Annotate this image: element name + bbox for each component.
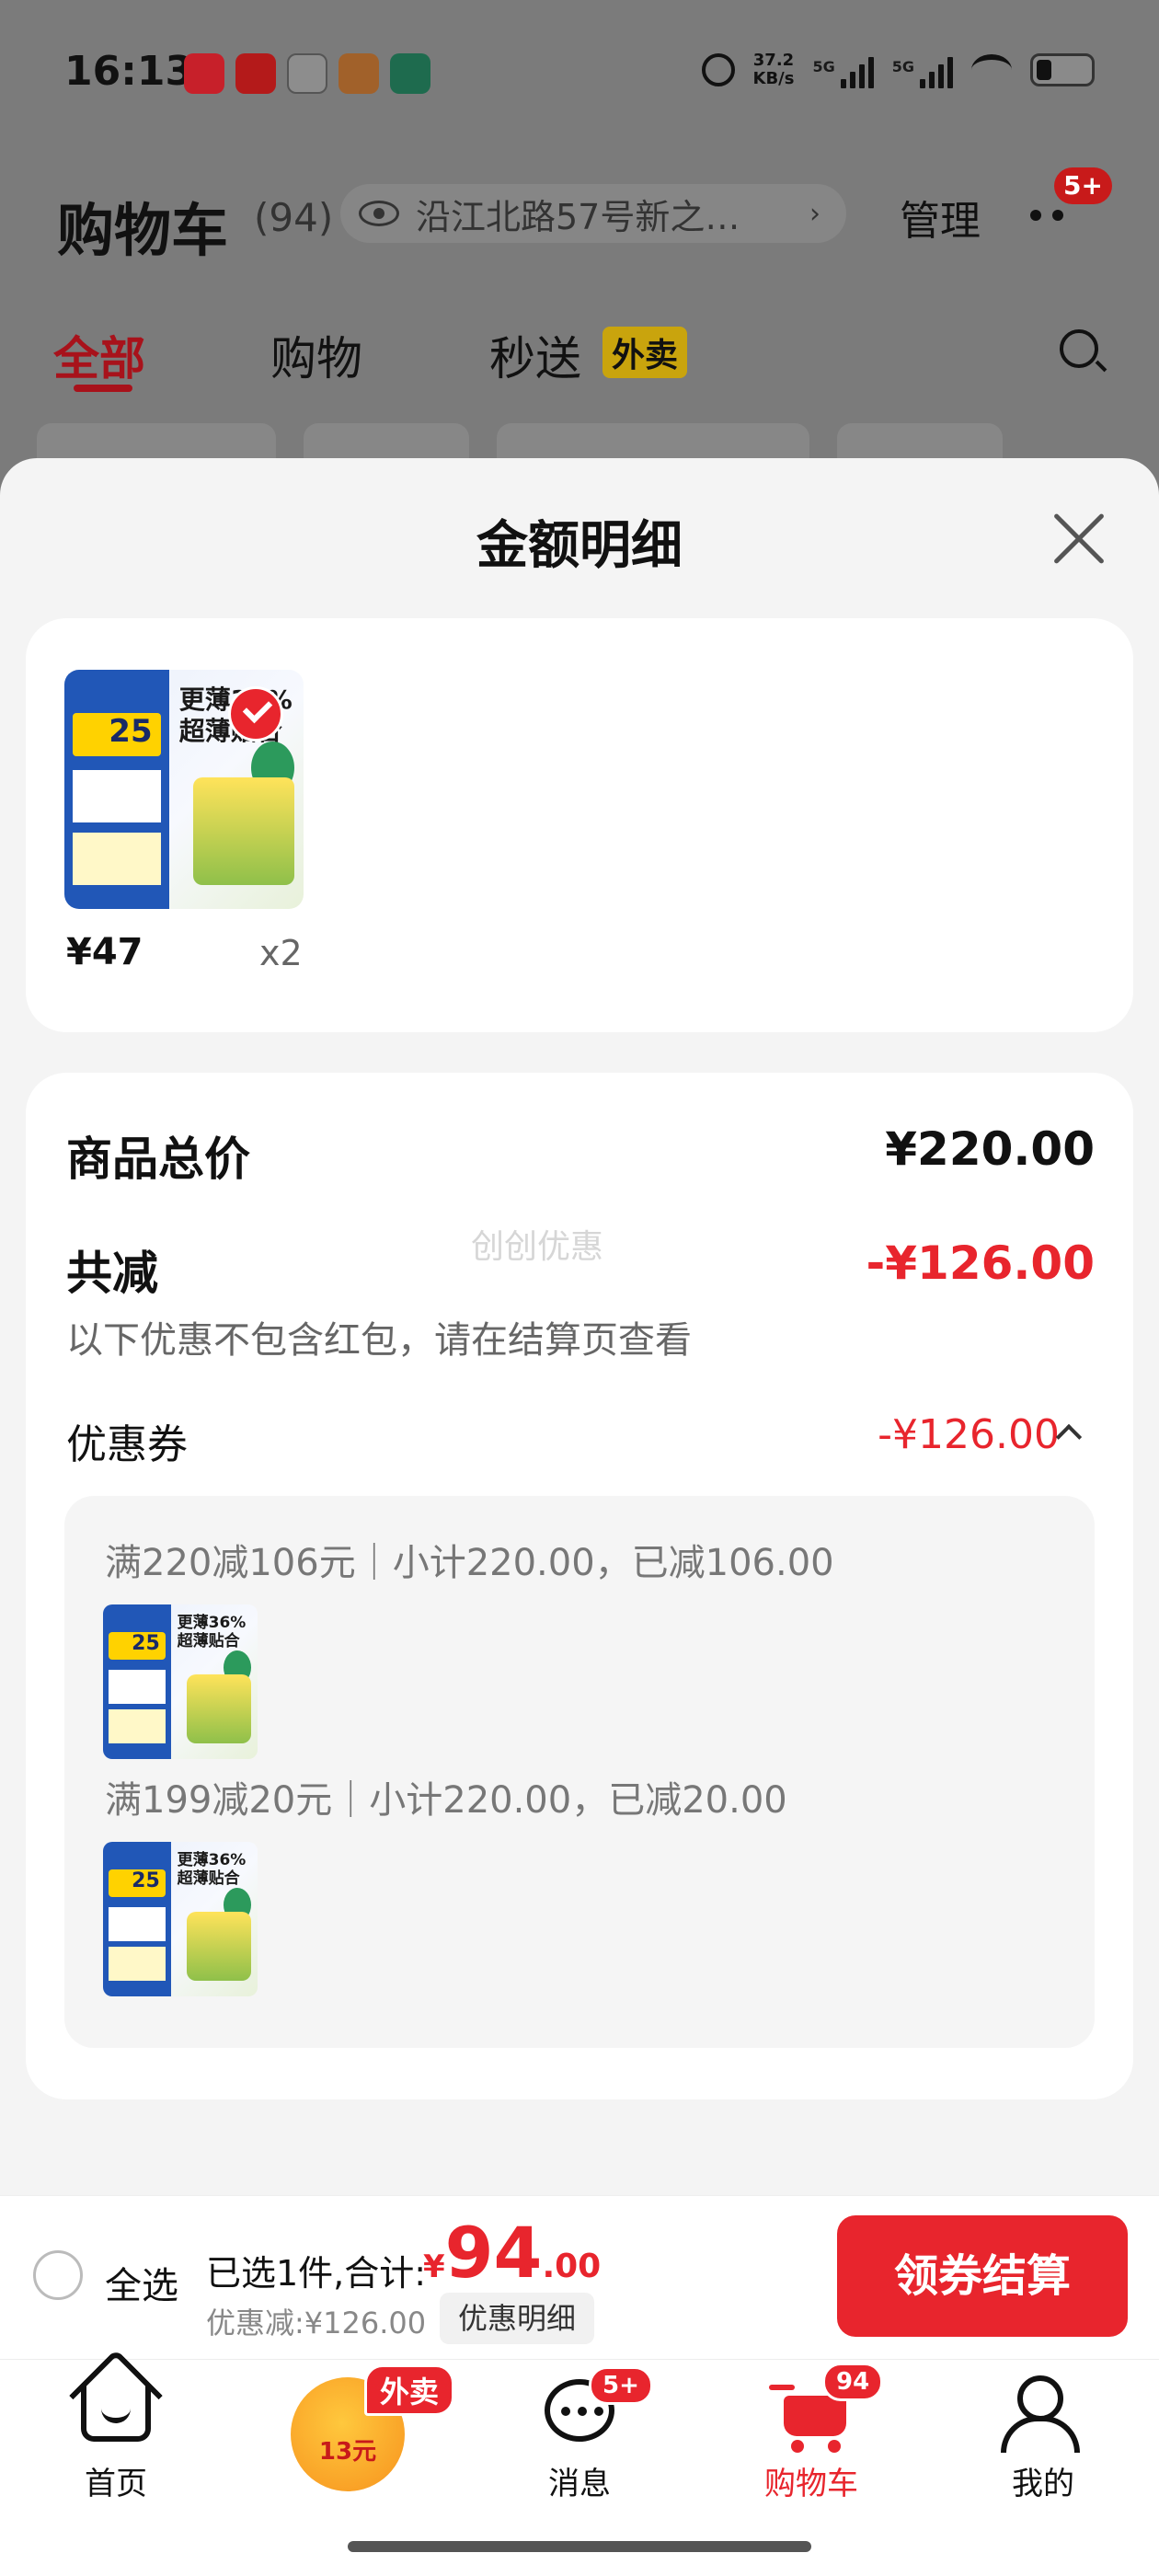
manage-button[interactable]: 管理 (900, 188, 981, 247)
status-app-icons (184, 53, 430, 94)
total-label: 商品总价 (66, 1133, 250, 1186)
alarm-icon (701, 53, 735, 86)
discount-detail-button[interactable]: 优惠明细 (440, 2293, 595, 2344)
signal-icon-2: 5G (892, 52, 953, 88)
tab-home-label[interactable]: 首页 (42, 2458, 189, 2503)
check-icon (228, 686, 283, 742)
chevron-right-icon: › (809, 197, 820, 230)
home-indicator (348, 2541, 811, 2552)
select-all-label[interactable]: 全选 (105, 2256, 178, 2309)
item-price: ¥47 (66, 931, 143, 973)
signal-icon: 5G (812, 52, 874, 88)
tab-shopping[interactable]: 购物 (270, 322, 362, 388)
tab-me-label[interactable]: 我的 (970, 2458, 1117, 2503)
sheet-title: 金额明细 (476, 516, 683, 576)
checkout-button[interactable]: 领券结算 (837, 2215, 1128, 2337)
clock-app-icon (287, 53, 327, 94)
cart-badge: 94 (822, 2363, 884, 2401)
tab-cart-label[interactable]: 购物车 (738, 2458, 885, 2503)
discount-amount: 优惠减:¥126.00 (206, 2306, 427, 2340)
coupon-rule: 满220减106元｜小计220.00，已减106.00 (105, 1542, 834, 1584)
tab-all[interactable]: 全部 (53, 322, 145, 388)
item-quantity: x2 (259, 933, 303, 973)
reduce-label: 共减 (66, 1247, 158, 1300)
select-all-checkbox[interactable] (33, 2250, 83, 2300)
battery-icon (1030, 53, 1095, 86)
coupon-value[interactable]: -¥126.00 (878, 1411, 1060, 1458)
cart-page-title: 购物车 (57, 197, 229, 264)
message-dots (561, 2407, 603, 2416)
waimai-badge: 外卖 (364, 2364, 455, 2416)
eye-icon (359, 201, 399, 226)
game-app-icon (339, 53, 379, 94)
coupon-product-thumbnail: 25 更薄36% 超薄贴合 (103, 1842, 258, 1996)
cart-icon[interactable] (784, 2396, 846, 2436)
cart-wheel (828, 2440, 841, 2453)
selected-summary: 已选1件,合计: (206, 2253, 427, 2294)
wifi-icon (971, 54, 1012, 86)
cart-icon-handle (769, 2385, 795, 2390)
tab-messages-label[interactable]: 消息 (506, 2458, 653, 2503)
status-indicators: 37.2 KB/s 5G 5G (701, 51, 1095, 88)
cart-wheel (791, 2440, 804, 2453)
reduce-value: -¥126.00 (866, 1236, 1096, 1290)
more-icon[interactable] (1030, 210, 1063, 221)
address-selector[interactable]: 沿江北路57号新之… › (340, 184, 846, 243)
discount-note: 以下优惠不包含红包，请在结算页查看 (66, 1319, 692, 1362)
total-value: ¥220.00 (885, 1122, 1095, 1176)
status-time: 16:13 (64, 48, 194, 95)
tab-active-indicator (74, 385, 132, 392)
watermark: 创创优惠 (471, 1228, 604, 1266)
coupon-product-thumbnail: 25 更薄36% 超薄贴合 (103, 1604, 258, 1759)
coupon-label: 优惠券 (66, 1421, 188, 1468)
cart-count: (94) (254, 195, 334, 240)
total-amount: ¥94.00 (423, 2212, 602, 2294)
mail-app-icon (184, 53, 224, 94)
close-icon[interactable] (1050, 510, 1107, 567)
address-text: 沿江北路57号新之… (416, 196, 740, 237)
more-badge: 5+ (1054, 167, 1112, 204)
net-speed: 37.2 KB/s (752, 51, 795, 88)
bank-app-icon (390, 53, 430, 94)
lazy-app-icon (235, 53, 276, 94)
status-bar: 16:13 37.2 KB/s 5G 5G (0, 0, 1159, 147)
coupon-rule: 满199减20元｜小计220.00，已减20.00 (105, 1779, 787, 1822)
profile-icon[interactable] (1017, 2375, 1063, 2421)
tab-instant[interactable]: 秒送 (489, 322, 581, 388)
message-badge: 5+ (589, 2366, 653, 2405)
waimai-tag: 外卖 (602, 327, 688, 378)
search-icon[interactable] (1060, 329, 1098, 368)
